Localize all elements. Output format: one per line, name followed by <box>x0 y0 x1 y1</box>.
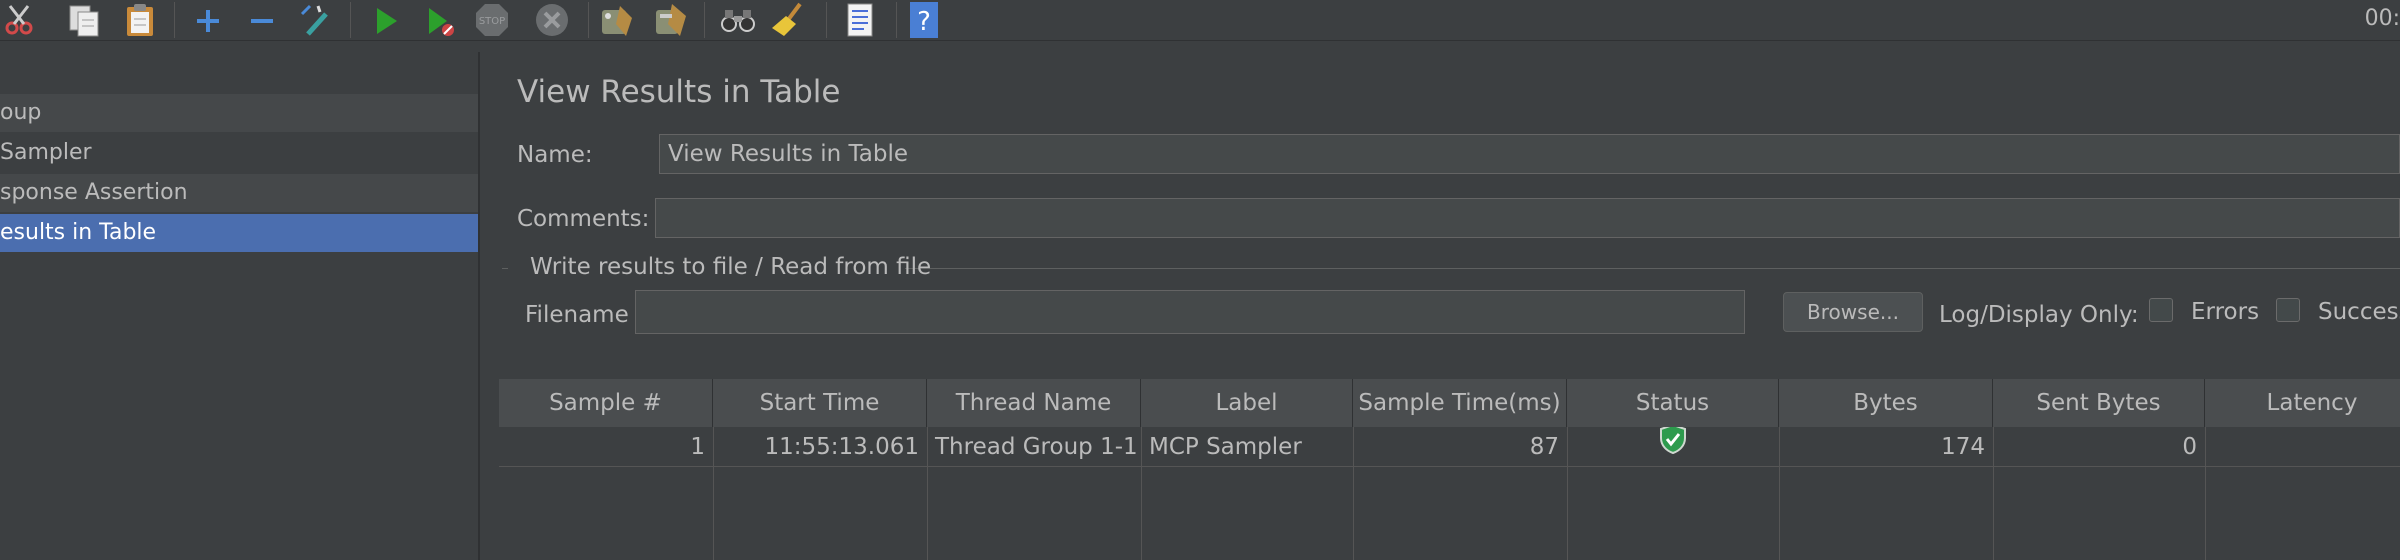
grid-line <box>927 427 928 560</box>
results-table: Sample # Start Time Thread Name Label Sa… <box>499 379 2400 560</box>
toolbar: STOP ? 00: <box>0 0 2400 41</box>
column-header-label[interactable]: Label <box>1141 379 1353 427</box>
column-header-latency[interactable]: Latency <box>2205 379 2400 427</box>
cell-status <box>1567 427 1779 467</box>
grid-line <box>1567 427 1568 560</box>
group-title: Write results to file / Read from file <box>530 254 932 280</box>
clear-icon[interactable] <box>598 2 634 38</box>
tree-item-response-assertion[interactable]: sponse Assertion <box>0 174 478 212</box>
group-border <box>905 268 2400 269</box>
function-helper-icon[interactable] <box>842 2 878 38</box>
toolbar-separator <box>174 2 175 38</box>
log-display-only-label: Log/Display Only: <box>1939 302 2139 328</box>
table-header: Sample # Start Time Thread Name Label Sa… <box>499 379 2400 427</box>
successes-checkbox[interactable] <box>2276 298 2300 322</box>
start-icon[interactable] <box>368 2 404 38</box>
tree-item-label: Sampler <box>0 140 92 165</box>
cut-icon[interactable] <box>2 2 38 38</box>
filename-label: Filename <box>525 302 629 328</box>
toolbar-separator <box>826 2 827 38</box>
errors-label: Errors <box>2191 299 2260 325</box>
cell-sample: 1 <box>690 434 705 460</box>
paste-icon[interactable] <box>122 2 158 38</box>
results-panel: View Results in Table Name: Comments: Wr… <box>480 40 2400 560</box>
success-shield-icon <box>1659 427 1687 467</box>
tree-item-mcp-sampler[interactable]: Sampler <box>0 134 478 172</box>
clear-all-icon[interactable] <box>652 2 688 38</box>
column-header-sample[interactable]: Sample # <box>499 379 713 427</box>
column-header-sent-bytes[interactable]: Sent Bytes <box>1993 379 2205 427</box>
grid-line <box>1141 427 1142 560</box>
cell-start-time: 11:55:13.061 <box>764 434 919 460</box>
grid-line <box>713 427 714 560</box>
cell-thread-name: Thread Group 1-1 <box>935 434 1138 460</box>
grid-line <box>1353 427 1354 560</box>
errors-checkbox[interactable] <box>2149 298 2173 322</box>
test-plan-tree: oup Sampler sponse Assertion esults in T… <box>0 52 478 560</box>
toolbar-separator <box>704 2 705 38</box>
column-header-thread-name[interactable]: Thread Name <box>927 379 1141 427</box>
cell-sent-bytes: 0 <box>2182 434 2197 460</box>
column-header-status[interactable]: Status <box>1567 379 1779 427</box>
group-border <box>502 268 508 269</box>
toolbar-separator <box>588 2 589 38</box>
copy-icon[interactable] <box>66 2 102 38</box>
cell-sample-time: 87 <box>1529 434 1559 460</box>
grid-line <box>2205 427 2206 560</box>
shutdown-icon[interactable] <box>534 2 570 38</box>
comments-field[interactable] <box>655 198 2400 238</box>
tree-item-label: sponse Assertion <box>0 180 188 205</box>
svg-text:STOP: STOP <box>479 16 505 27</box>
panel-title: View Results in Table <box>517 74 841 110</box>
cell-bytes: 174 <box>1941 434 1985 460</box>
toggle-icon[interactable] <box>298 2 334 38</box>
tree-item-label: oup <box>0 100 42 125</box>
tree-item-view-results-in-table[interactable]: esults in Table <box>0 214 478 252</box>
elapsed-timer: 00: <box>2364 6 2400 31</box>
filename-field[interactable] <box>635 290 1745 334</box>
collapse-icon[interactable] <box>244 2 280 38</box>
start-no-pauses-icon[interactable] <box>422 2 458 38</box>
column-header-bytes[interactable]: Bytes <box>1779 379 1993 427</box>
search-icon[interactable] <box>720 2 756 38</box>
expand-icon[interactable] <box>190 2 226 38</box>
grid-line <box>1779 427 1780 560</box>
grid-line <box>1993 427 1994 560</box>
column-header-start-time[interactable]: Start Time <box>713 379 927 427</box>
name-field[interactable] <box>659 134 2400 174</box>
toolbar-separator <box>350 2 351 38</box>
comments-label: Comments: <box>517 206 650 232</box>
tree-item-label: esults in Table <box>0 220 157 245</box>
successes-label: Success <box>2318 299 2400 325</box>
reset-search-icon[interactable] <box>770 2 806 38</box>
browse-button[interactable]: Browse... <box>1783 292 1923 332</box>
help-icon[interactable]: ? <box>906 2 942 38</box>
name-label: Name: <box>517 142 593 168</box>
column-header-sample-time[interactable]: Sample Time(ms) <box>1353 379 1567 427</box>
table-row[interactable]: 1 11:55:13.061 Thread Group 1-1 MCP Samp… <box>499 427 2400 467</box>
tree-item-thread-group[interactable]: oup <box>0 94 478 132</box>
stop-icon[interactable]: STOP <box>474 2 510 38</box>
cell-latency: 0 <box>2205 427 2400 467</box>
toolbar-separator <box>896 2 897 38</box>
svg-text:?: ? <box>917 7 931 37</box>
cell-label: MCP Sampler <box>1149 434 1302 460</box>
